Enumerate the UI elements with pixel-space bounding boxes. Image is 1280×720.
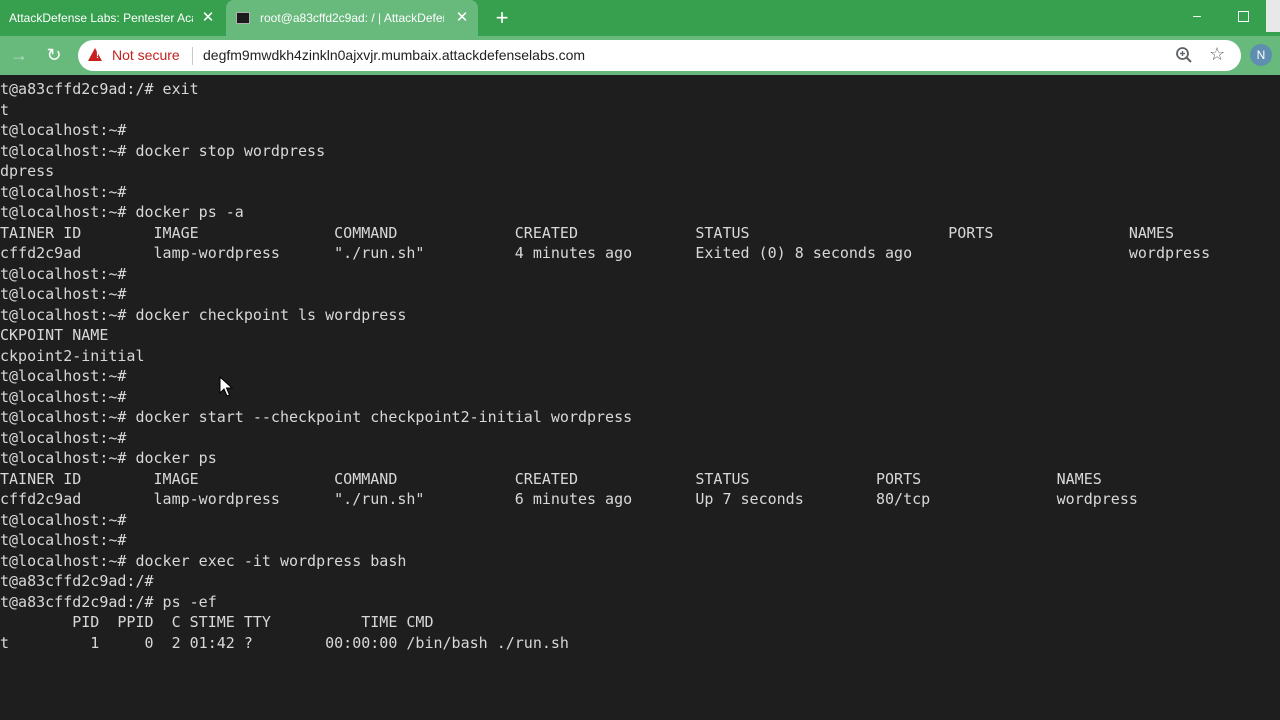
terminal-line: t@localhost:~# [0, 531, 127, 549]
terminal-line: t@localhost:~# [0, 510, 127, 529]
security-status[interactable]: Not secure [112, 47, 180, 63]
terminal-line: t@localhost:~# docker checkpoint ls word… [0, 305, 407, 324]
terminal-line: ckpoint2-initial [0, 346, 145, 365]
terminal-output: t@a83cffd2c9ad:/# exit t t@localhost:~# t@l… [0, 79, 1210, 653]
restore-button[interactable] [1220, 0, 1266, 32]
forward-button[interactable]: → [8, 44, 30, 66]
tab-title: AttackDefense Labs: Pentester Academy [9, 11, 193, 25]
minimize-button[interactable]: – [1174, 0, 1220, 32]
terminal-line: t@localhost:~# docker ps -a [0, 203, 244, 221]
terminal-line: t@localhost:~# [0, 387, 127, 406]
warning-icon [88, 48, 102, 61]
close-icon[interactable]: ✕ [454, 10, 470, 26]
terminal-icon [236, 12, 250, 24]
terminal-line: cffd2c9ad lamp-wordpress "./run.sh" 4 mi… [0, 244, 1211, 262]
terminal-line: cffd2c9ad lamp-wordpress "./run.sh" 6 mi… [0, 490, 1138, 508]
terminal-line: t 1 0 2 01:42 ? 00:00:00 /bin/bash ./run… [0, 633, 569, 652]
tab-attackdefense-labs[interactable]: AttackDefense Labs: Pentester Academy ✕ [0, 0, 226, 36]
terminal-line: t@localhost:~# [0, 182, 127, 201]
terminal-screen[interactable]: t@a83cffd2c9ad:/# exit t t@localhost:~# t@l… [0, 75, 1280, 720]
tab-title: root@a83cffd2c9ad: / | AttackDefense [260, 11, 444, 25]
restore-icon [1237, 10, 1249, 22]
url-text[interactable]: degfm9mwdkh4zinkln0ajxvjr.mumbaix.attack… [203, 47, 585, 63]
terminal-line: TAINER ID IMAGE COMMAND CREATED STATUS P… [0, 223, 1174, 242]
terminal-line: t@localhost:~# docker start --checkpoint… [0, 408, 633, 426]
avatar[interactable]: N [1250, 44, 1272, 66]
mouse-cursor-icon [219, 376, 233, 397]
terminal-line: t@localhost:~# [0, 285, 127, 303]
terminal-line: dpress [0, 162, 55, 180]
terminal-line: t@localhost:~# [0, 264, 127, 283]
reload-button[interactable]: ↻ [43, 44, 65, 66]
terminal-line: t@localhost:~# docker stop wordpress [0, 141, 326, 160]
terminal-line: t@localhost:~# [0, 428, 127, 447]
divider [192, 47, 193, 65]
bookmark-star-icon[interactable]: ☆ [1209, 44, 1225, 65]
terminal-line: TAINER ID IMAGE COMMAND CREATED STATUS P… [0, 469, 1102, 488]
terminal-line: t@localhost:~# docker exec -it wordpress… [0, 551, 407, 570]
new-tab-button[interactable]: + [490, 6, 514, 30]
terminal-line: CKPOINT NAME [0, 326, 109, 344]
toolbar: → ↻ ! Not secure degfm9mwdkh4zinkln0ajxv… [0, 36, 1280, 75]
warning-icon-mark: ! [96, 50, 99, 60]
zoom-icon[interactable] [1175, 46, 1193, 64]
terminal-line: t@localhost:~# [0, 121, 127, 139]
close-window-button[interactable] [1266, 0, 1280, 32]
tab-terminal[interactable]: root@a83cffd2c9ad: / | AttackDefense ✕ [226, 0, 478, 36]
terminal-line: t@localhost:~# [0, 367, 127, 385]
omnibox[interactable]: ! Not secure degfm9mwdkh4zinkln0ajxvjr.m… [78, 40, 1241, 71]
terminal-line: t@a83cffd2c9ad:/# [0, 572, 154, 590]
tab-strip: AttackDefense Labs: Pentester Academy ✕ … [0, 0, 1280, 36]
close-icon[interactable]: ✕ [200, 10, 216, 26]
terminal-line: t@a83cffd2c9ad:/# exit [0, 80, 199, 98]
terminal-line: t@a83cffd2c9ad:/# ps -ef [0, 592, 217, 611]
terminal-line: t@localhost:~# docker ps [0, 449, 217, 467]
terminal-line: t [0, 100, 10, 119]
terminal-line: PID PPID C STIME TTY TIME CMD [0, 613, 434, 631]
